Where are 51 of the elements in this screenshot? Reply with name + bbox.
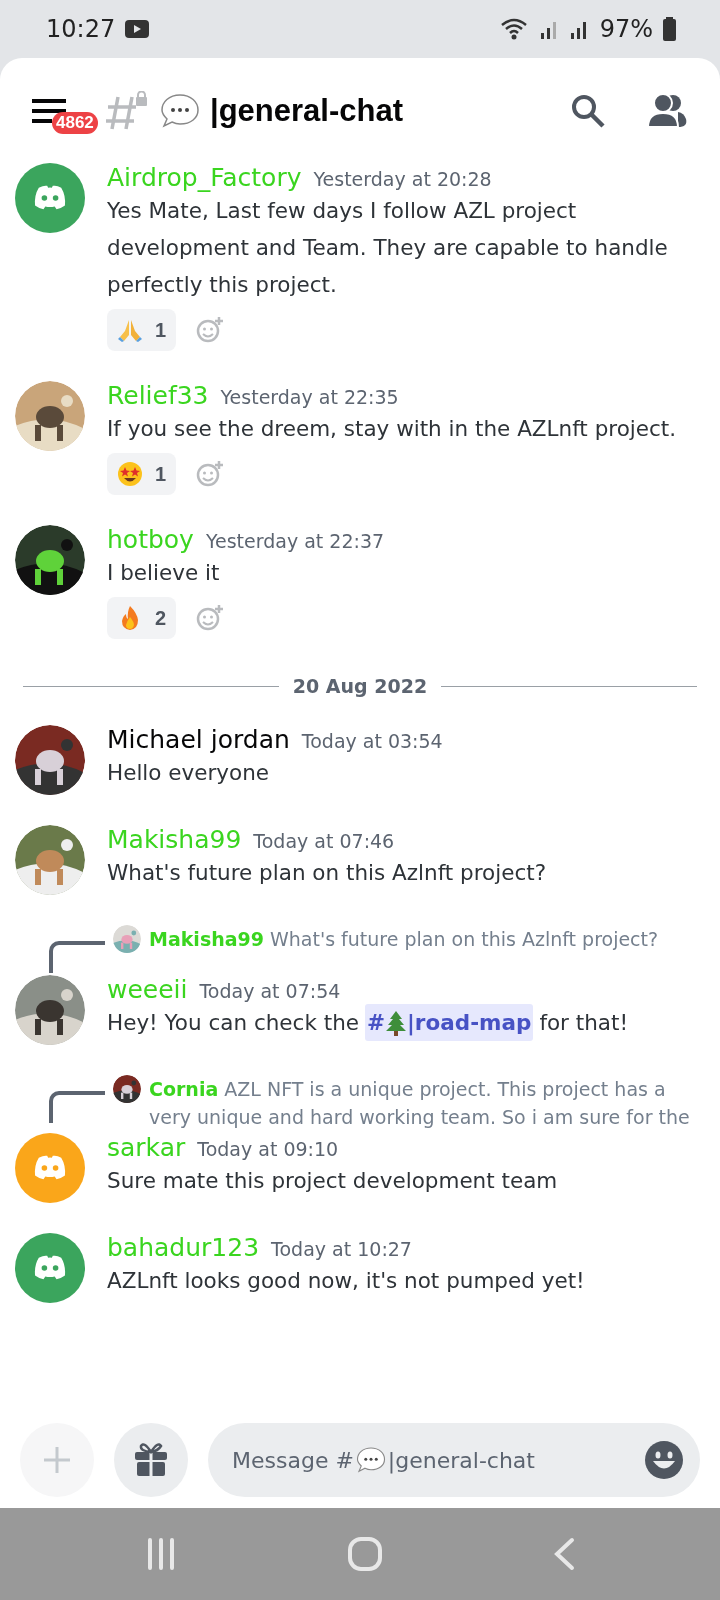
battery-icon: [663, 17, 676, 41]
reaction-button[interactable]: 1: [107, 453, 177, 495]
message-text: If you see the dreem, stay with in the AZLnft project.: [107, 415, 678, 443]
gift-icon: [132, 1441, 170, 1479]
timestamp: Yesterday at 22:35: [220, 386, 399, 408]
locked-channel-icon: [106, 90, 150, 131]
message-text: Sure mate this project development team: [107, 1167, 559, 1195]
message-text: Yes Mate, Last few days I follow AZL project development and Team. They are capable to handle perfectly this project.: [107, 197, 669, 299]
message-text: I believe it: [107, 559, 221, 587]
reaction-button[interactable]: 2: [107, 597, 177, 639]
username[interactable]: Michael jordan: [107, 725, 290, 754]
speech-bubble-icon: [355, 1445, 386, 1475]
timestamp: Yesterday at 20:28: [313, 168, 492, 190]
reply-connector: [49, 1091, 105, 1123]
members-icon[interactable]: [646, 92, 688, 129]
reply-preview[interactable]: Cornia AZL NFT is a unique project. This project has a very unique and hard working team. So i am sure for the: [149, 1075, 705, 1131]
add-reaction-icon[interactable]: [196, 460, 225, 488]
hash-sign: #: [367, 1009, 385, 1037]
add-reaction-icon[interactable]: [196, 316, 225, 344]
emoji-icon[interactable]: [644, 1440, 684, 1480]
timestamp: Yesterday at 22:37: [205, 530, 385, 552]
placeholder-text: Message #: [232, 1447, 354, 1473]
reaction-button[interactable]: 1: [107, 309, 177, 351]
battery-percent: 97%: [599, 15, 653, 43]
message-input[interactable]: Message # |general-chat: [208, 1423, 700, 1497]
message-text: AZLnft looks good now, it's not pumped yet!: [107, 1267, 586, 1295]
message-text: What's future plan on this Azlnft project?: [107, 859, 548, 887]
message-text: Hello everyone: [107, 759, 271, 787]
timestamp: Today at 07:46: [253, 830, 395, 852]
channel-title: |general-chat: [210, 92, 403, 129]
add-reaction-icon[interactable]: [196, 604, 225, 632]
search-icon[interactable]: [570, 92, 606, 129]
timestamp: Today at 03:54: [301, 730, 443, 752]
channel-mention[interactable]: # |road-map: [365, 1004, 534, 1041]
reply-preview[interactable]: Makisha99 What's future plan on this Azlnft project?: [149, 925, 659, 953]
timestamp: Today at 07:54: [199, 980, 341, 1002]
placeholder-channel: |general-chat: [387, 1447, 535, 1473]
timestamp: Today at 10:27: [271, 1238, 412, 1260]
video-play-icon: [125, 20, 150, 38]
message-text: Hey! You can check the: [107, 1009, 359, 1037]
clock-time: 10:27: [46, 15, 116, 43]
star-eyes-face-icon: [117, 461, 143, 487]
reply-connector: [49, 941, 105, 973]
message-text: for that!: [539, 1009, 629, 1037]
tree-icon: [385, 1009, 407, 1036]
date-divider: 20 Aug 2022: [292, 675, 428, 697]
plus-icon: [42, 1445, 72, 1475]
notification-badge: 4862: [52, 111, 98, 134]
home-icon[interactable]: [347, 1536, 383, 1572]
timestamp: Today at 09:10: [197, 1138, 339, 1160]
channel-name: |road-map: [407, 1009, 532, 1038]
